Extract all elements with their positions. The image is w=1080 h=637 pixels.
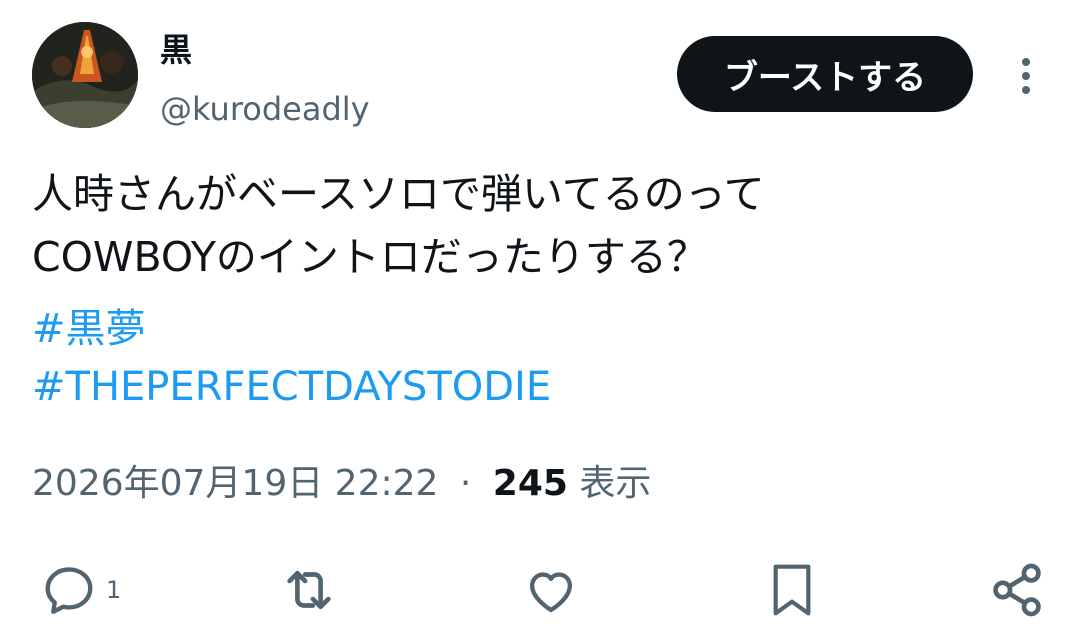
post-text: 人時さんがベースソロで弾いてるのって COWBOYのイントロだったりする？ [32, 163, 1042, 289]
share-icon [993, 563, 1041, 617]
share-button[interactable] [986, 555, 1048, 625]
hashtag-list: #黒夢 #THEPERFECTDAYSTODIE [32, 300, 551, 416]
reply-button[interactable]: 1 [40, 555, 121, 625]
heart-icon [529, 572, 573, 613]
post-text-line: 人時さんがベースソロで弾いてるのって [32, 170, 765, 218]
hashtag-link[interactable]: #黒夢 [32, 300, 551, 358]
like-button[interactable] [522, 555, 580, 625]
hashtag-link[interactable]: #THEPERFECTDAYSTODIE [32, 358, 551, 416]
repost-button[interactable] [278, 555, 340, 625]
views-count: 245 [492, 463, 568, 504]
meta-separator: · [459, 463, 472, 504]
boost-button[interactable]: ブーストする [677, 36, 973, 112]
display-name[interactable]: 黒 [160, 30, 192, 70]
reply-count: 1 [106, 576, 122, 604]
vertical-dots-icon[interactable] [1008, 52, 1044, 100]
avatar-image [32, 22, 138, 128]
action-bar: 1 [0, 555, 1080, 625]
avatar[interactable] [32, 22, 138, 128]
post-timestamp[interactable]: 2026年07月19日 22:22 [32, 463, 438, 504]
post-text-line: COWBOYのイントロだったりする？ [32, 233, 708, 281]
reply-bubble-icon [45, 567, 93, 614]
bookmark-button[interactable] [764, 555, 820, 625]
user-handle[interactable]: @kurodeadly [160, 88, 370, 130]
repost-icon [287, 570, 331, 610]
views-label: 表示 [579, 463, 652, 504]
post-meta: 2026年07月19日 22:22 · 245 表示 [32, 458, 651, 510]
bookmark-icon [773, 564, 811, 616]
